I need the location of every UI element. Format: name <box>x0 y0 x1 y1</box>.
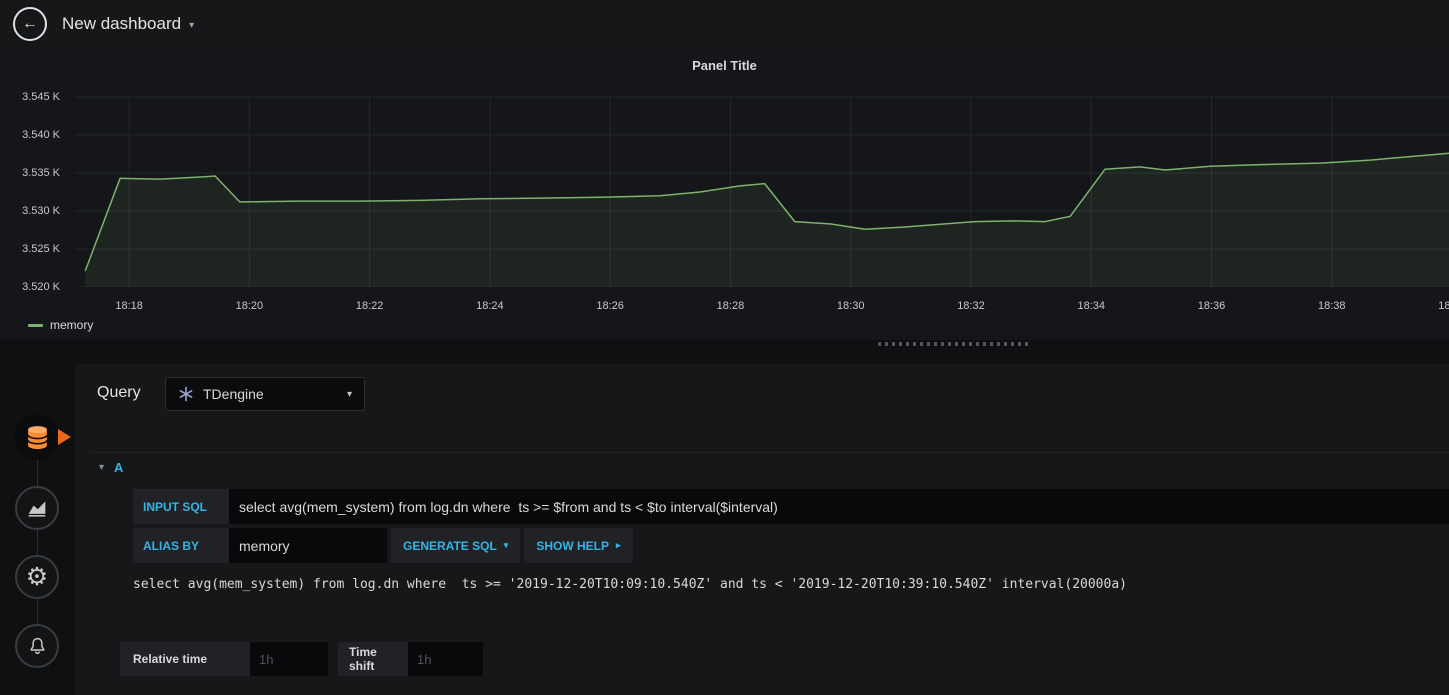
y-axis-tick-label: 3.535 K <box>22 166 60 179</box>
query-row-header[interactable]: ▾ A <box>99 460 123 475</box>
grafana-app: ← New dashboard ▾ Panel Title 3.545 K 3.5… <box>0 0 1449 695</box>
x-axis-tick-label: 18:22 <box>355 300 384 312</box>
generate-sql-button[interactable]: GENERATE SQL ▾ <box>391 528 521 563</box>
y-axis-tick-label: 3.525 K <box>22 242 60 255</box>
scrollbar-handle[interactable] <box>878 342 1030 346</box>
legend-item-memory[interactable]: memory <box>50 318 93 332</box>
time-options-row: Relative time Time shift <box>120 642 483 676</box>
panel-title[interactable]: Panel Title <box>0 58 1449 73</box>
top-nav: ← New dashboard ▾ <box>0 0 1449 48</box>
y-axis-tick-label: 3.540 K <box>22 128 60 141</box>
caret-down-icon: ▾ <box>346 388 352 400</box>
back-button[interactable]: ← <box>13 7 47 41</box>
x-axis-tick-label: 18:32 <box>957 300 985 312</box>
back-arrow-icon: ← <box>22 15 38 32</box>
y-axis: 3.545 K 3.540 K 3.535 K 3.530 K 3.525 K 3.520… <box>0 48 66 340</box>
tab-queries[interactable] <box>14 414 60 460</box>
time-shift-input[interactable] <box>408 642 483 676</box>
y-axis-tick-label: 3.520 K <box>22 281 60 293</box>
gear-icon: ⚙ <box>25 562 49 591</box>
tab-connector-line <box>37 437 38 646</box>
x-axis-tick-label: 18:26 <box>596 300 624 312</box>
graph-icon <box>28 501 46 517</box>
series-color-dash-icon <box>28 323 43 327</box>
show-help-button[interactable]: SHOW HELP ▸ <box>524 528 633 563</box>
dashboard-title-text: New dashboard <box>62 14 182 33</box>
x-axis-tick-label: 18:36 <box>1197 300 1226 312</box>
dashboard-title[interactable]: New dashboard ▾ <box>62 0 194 48</box>
relative-time-input[interactable] <box>250 642 328 676</box>
y-axis-tick-label: 3.530 K <box>22 204 60 217</box>
generate-sql-label: GENERATE SQL <box>403 538 497 553</box>
x-axis-tick-label: 18:38 <box>1317 300 1346 312</box>
datasource-select[interactable]: TDengine ▾ <box>165 377 365 411</box>
time-series-chart <box>75 96 1449 287</box>
time-shift-label: Time shift <box>338 642 408 676</box>
section-title: Query <box>97 384 141 401</box>
input-sql-row: INPUT SQL <box>133 489 1449 524</box>
collapse-caret-icon: ▾ <box>99 462 105 473</box>
tab-visualization[interactable] <box>15 486 59 530</box>
generated-sql-text: select avg(mem_system) from log.dn where… <box>133 577 1127 592</box>
caret-down-icon: ▾ <box>503 540 509 550</box>
legend: memory <box>28 318 93 332</box>
query-row-divider <box>90 452 1449 453</box>
query-editor-panel: Query TDengine ▾ ▾ A INPUT SQL ALIAS BY <box>75 364 1449 695</box>
x-axis-tick-label: 18:40 <box>1438 300 1449 312</box>
alias-by-field[interactable] <box>229 528 387 563</box>
tdengine-logo-icon <box>179 386 193 402</box>
alias-by-row: ALIAS BY GENERATE SQL ▾ SHOW HELP ▸ <box>133 528 633 563</box>
active-tab-pointer-icon <box>58 429 71 445</box>
x-axis-tick-label: 18:28 <box>716 300 745 312</box>
show-help-label: SHOW HELP <box>536 538 609 553</box>
database-icon <box>26 425 48 449</box>
alias-by-label: ALIAS BY <box>133 528 229 563</box>
caret-right-icon: ▸ <box>616 540 621 550</box>
caret-down-icon: ▾ <box>189 20 195 31</box>
input-sql-field[interactable] <box>229 489 1449 524</box>
graph-panel: Panel Title 3.545 K 3.540 K 3.535 K 3.530 K… <box>0 48 1449 340</box>
x-axis-tick-label: 18:18 <box>115 300 143 312</box>
plot-area[interactable] <box>75 90 1449 287</box>
query-ref-letter: A <box>114 460 124 475</box>
relative-time-label: Relative time <box>120 642 250 676</box>
tab-general[interactable]: ⚙ <box>15 555 59 599</box>
x-axis-tick-label: 18:24 <box>476 300 504 312</box>
x-axis-tick-label: 18:30 <box>836 300 865 312</box>
datasource-name: TDengine <box>203 386 264 402</box>
tab-alert[interactable] <box>15 624 59 668</box>
x-axis-tick-label: 18:20 <box>235 300 264 312</box>
y-axis-tick-label: 3.545 K <box>22 90 60 103</box>
input-sql-label: INPUT SQL <box>133 489 229 524</box>
x-axis-tick-label: 18:34 <box>1077 300 1105 312</box>
bell-icon <box>30 637 44 654</box>
